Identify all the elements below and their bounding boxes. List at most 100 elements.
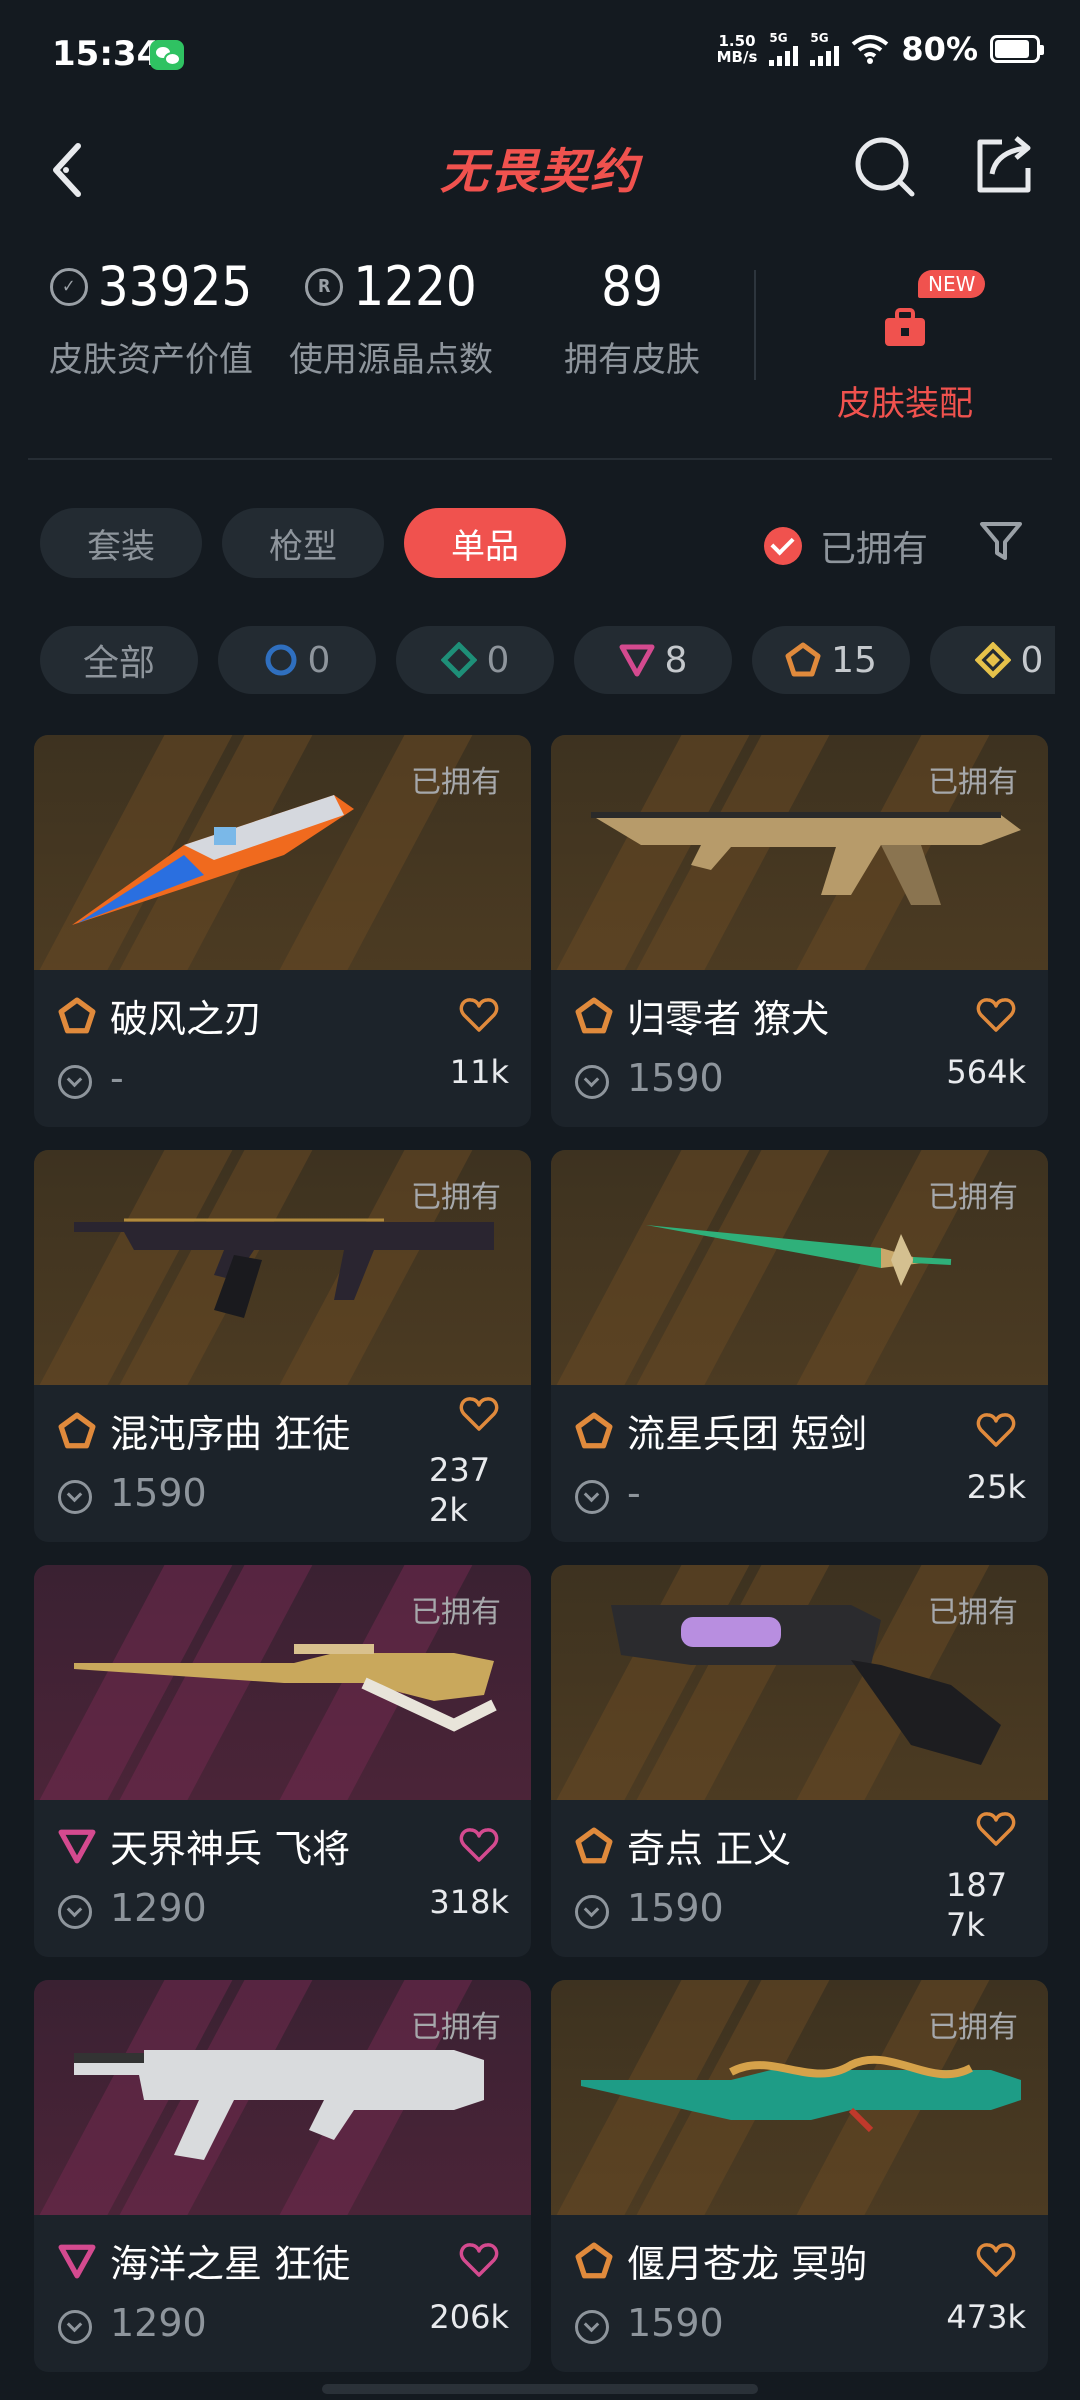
tier-chip-deluxe[interactable]: 0 — [396, 626, 554, 694]
loadout-label: 皮肤装配 — [837, 384, 973, 424]
skin-price: 1590 — [627, 1886, 724, 1930]
owned-filter-label: 已拥有 — [820, 529, 929, 570]
home-indicator[interactable] — [322, 2384, 758, 2394]
tab-bundles[interactable]: 套装 — [40, 508, 202, 578]
heart-icon[interactable] — [459, 997, 499, 1033]
owned-label: 已拥有 — [411, 1595, 501, 1630]
tier-chip-select[interactable]: 0 — [218, 626, 376, 694]
valorant-points-icon — [58, 1480, 92, 1514]
skin-card[interactable]: 已拥有混沌序曲 狂徒 1590 2372k — [34, 1150, 531, 1542]
tier-select-count: 0 — [307, 639, 331, 681]
skin-name: 天界神兵 飞将 — [110, 1827, 351, 1871]
skin-name: 海洋之星 狂徒 — [110, 2242, 351, 2286]
skin-loadout-button[interactable]: NEW 皮肤装配 — [790, 260, 1020, 425]
valorant-points-icon — [58, 1065, 92, 1099]
premium-tier-icon — [619, 644, 655, 677]
skin-price: - — [627, 1471, 641, 1515]
valorant-points-icon — [575, 1480, 609, 1514]
signal-2-icon: 5G — [810, 32, 840, 66]
heart-icon[interactable] — [459, 1396, 499, 1432]
skin-card[interactable]: 已拥有 海洋之星 狂徒 1290 206k — [34, 1980, 531, 2372]
skin-name: 混沌序曲 狂徒 — [110, 1412, 351, 1456]
exclusive-tier-icon — [575, 1827, 613, 1864]
skins-count-label: 拥有皮肤 — [564, 340, 700, 380]
radianite-value: 1220 — [353, 255, 477, 318]
heart-icon[interactable] — [976, 2242, 1016, 2278]
skin-card[interactable]: 已拥有 流星兵团 短剑 - 25k — [551, 1150, 1048, 1542]
valorant-points-icon — [575, 2310, 609, 2344]
tier-deluxe-count: 0 — [486, 639, 510, 681]
tab-single-items[interactable]: 单品 — [404, 508, 566, 578]
clock: 15:34 — [52, 34, 161, 74]
asset-value: 33925 — [97, 255, 253, 318]
tab-weapon-type[interactable]: 枪型 — [222, 508, 384, 578]
net-speed-value: 1.50 — [718, 32, 756, 50]
search-icon[interactable] — [850, 132, 920, 202]
heart-icon[interactable] — [976, 1412, 1016, 1448]
owned-label: 已拥有 — [928, 1180, 1018, 1215]
valorant-points-icon — [58, 2310, 92, 2344]
like-count: 2372k — [429, 1451, 491, 1529]
deluxe-tier-icon — [440, 642, 477, 678]
radianite-icon: R — [305, 267, 344, 306]
ultra-tier-icon — [974, 642, 1011, 678]
skin-price: 1590 — [110, 1471, 207, 1515]
owned-label: 已拥有 — [928, 2010, 1018, 2045]
asset-value-stat: ✓ 33925 皮肤资产价值 — [36, 255, 266, 381]
skin-price: 1290 — [110, 2301, 207, 2345]
skin-card[interactable]: 已拥有 偃月苍龙 冥驹 1590 473k — [551, 1980, 1048, 2372]
tier-chip-all[interactable]: 全部 — [40, 626, 198, 694]
new-badge: NEW — [918, 270, 986, 298]
like-count: 564k — [946, 1053, 1026, 1091]
premium-tier-icon — [58, 1829, 96, 1864]
owned-label: 已拥有 — [411, 1180, 501, 1215]
net-speed-unit: MB/s — [716, 48, 758, 66]
battery-percent: 80% — [901, 30, 978, 68]
share-icon[interactable] — [970, 130, 1040, 200]
exclusive-tier-icon — [58, 997, 96, 1034]
heart-icon[interactable] — [976, 997, 1016, 1033]
skin-card[interactable]: 已拥有 奇点 正义 1590 1877k — [551, 1565, 1048, 1957]
tier-all-label: 全部 — [82, 643, 155, 684]
like-count: 473k — [946, 2298, 1026, 2336]
tier-chip-premium[interactable]: 8 — [574, 626, 732, 694]
skin-name: 奇点 正义 — [627, 1827, 792, 1871]
skin-price: 1290 — [110, 1886, 207, 1930]
exclusive-tier-icon — [575, 2242, 613, 2279]
exclusive-tier-icon — [575, 1412, 613, 1449]
category-tabs: 套装 枪型 单品 — [40, 508, 566, 578]
battery-icon — [990, 35, 1044, 63]
tier-filter-row: 全部 0 0 8 15 0 — [40, 626, 1055, 696]
tier-chip-ultra[interactable]: 0 — [930, 626, 1055, 694]
checked-icon — [764, 527, 802, 565]
tier-premium-count: 8 — [664, 639, 688, 681]
status-bar: 15:34 1.50 MB/s 5G 5G 80% — [0, 0, 1080, 110]
like-count: 1877k — [946, 1866, 1008, 1944]
radianite-stat: R 1220 使用源晶点数 — [280, 255, 502, 381]
tier-chip-exclusive[interactable]: 15 — [752, 626, 910, 694]
skin-card[interactable]: 已拥有天界神兵 飞将 1290 318k — [34, 1565, 531, 1957]
skin-card[interactable]: 已拥有 破风之刃 - 11k — [34, 735, 531, 1127]
heart-icon[interactable] — [459, 2242, 499, 2278]
section-divider — [28, 458, 1052, 460]
filter-icon[interactable] — [978, 518, 1024, 564]
tier-exclusive-count: 15 — [831, 639, 877, 681]
skin-price: 1590 — [627, 1056, 724, 1100]
owned-label: 已拥有 — [411, 2010, 501, 2045]
heart-icon[interactable] — [976, 1811, 1016, 1847]
like-count: 11k — [449, 1053, 509, 1091]
network-speed: 1.50 MB/s — [717, 33, 758, 65]
heart-icon[interactable] — [459, 1827, 499, 1863]
valorant-points-icon — [575, 1065, 609, 1099]
valorant-points-icon: ✓ — [49, 267, 88, 306]
status-icons: 1.50 MB/s 5G 5G 80% — [717, 30, 1044, 68]
like-count: 318k — [429, 1883, 509, 1921]
signal-1-label: 5G — [769, 31, 788, 45]
skin-card[interactable]: 已拥有 归零者 獠犬 1590 564k — [551, 735, 1048, 1127]
exclusive-tier-icon — [785, 642, 821, 677]
signal-1-icon: 5G — [769, 31, 799, 66]
owned-filter-toggle[interactable]: 已拥有 — [764, 520, 928, 572]
stats-divider — [754, 270, 756, 380]
loadout-icon — [885, 308, 925, 346]
asset-value-label: 皮肤资产价值 — [49, 340, 253, 380]
